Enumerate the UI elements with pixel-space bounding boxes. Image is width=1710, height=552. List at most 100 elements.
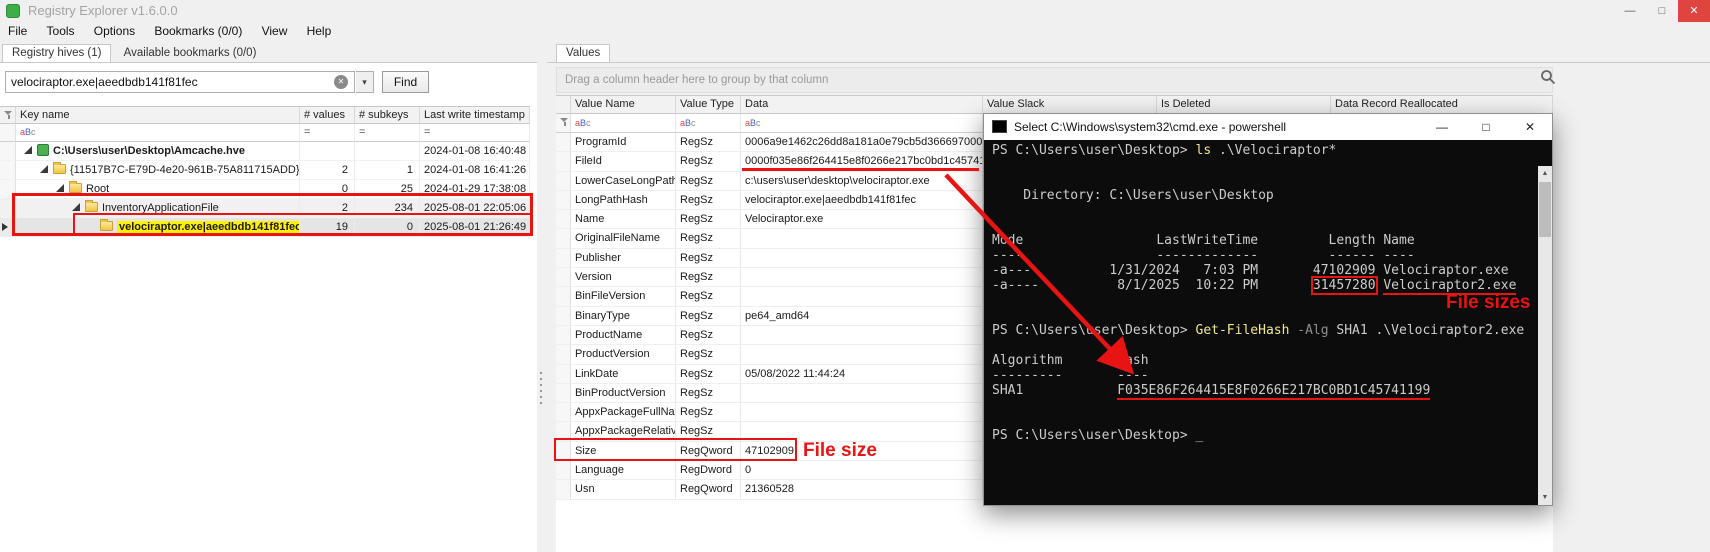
tree-timestamp-cell: 2025-08-01 21:26:49 <box>420 218 530 237</box>
scroll-up-icon[interactable]: ▲ <box>1538 166 1552 181</box>
terminal-scrollbar[interactable]: ▲ ▼ <box>1538 166 1552 505</box>
maximize-button[interactable]: □ <box>1646 0 1678 22</box>
underlined-hash-value: F035E86F264415E8F0266E217BC0BD1C45741199 <box>1117 383 1430 400</box>
find-button[interactable]: Find <box>382 71 429 93</box>
value-type-cell: RegSz <box>676 422 741 441</box>
close-button[interactable]: ✕ <box>1678 0 1710 22</box>
tree-subkeys-cell <box>355 142 420 161</box>
terminal-line: -a---- 8/1/2025 10:22 PM 31457280 Veloci… <box>992 278 1516 293</box>
value-type-cell: RegSz <box>676 229 741 248</box>
expand-triangle-icon[interactable] <box>72 203 80 211</box>
col-value-name[interactable]: Value Name <box>571 96 676 114</box>
expand-triangle-icon[interactable] <box>40 165 48 173</box>
menu-bookmarks[interactable]: Bookmarks (0/0) <box>146 22 250 41</box>
group-by-bar[interactable]: Drag a column header here to group by th… <box>556 67 1553 93</box>
folder-icon <box>53 164 66 174</box>
scroll-down-icon[interactable]: ▼ <box>1538 490 1552 505</box>
menu-bar: File Tools Options Bookmarks (0/0) View … <box>0 22 1710 41</box>
menu-options[interactable]: Options <box>86 22 143 41</box>
tree-timestamp-cell: 2025-08-01 22:05:06 <box>420 199 530 218</box>
terminal-maximize-button[interactable]: □ <box>1464 114 1508 140</box>
value-data-cell <box>741 422 983 441</box>
col-value-slack[interactable]: Value Slack <box>983 96 1157 114</box>
col-num-values[interactable]: # values <box>300 107 355 124</box>
menu-file[interactable]: File <box>0 22 35 41</box>
expand-triangle-icon[interactable] <box>56 184 64 192</box>
terminal-output[interactable]: PS C:\Users\user\Desktop> ls .\Velocirap… <box>984 140 1552 505</box>
tree-row-inventory-application-file[interactable]: InventoryApplicationFile 2 234 2025-08-0… <box>0 199 530 218</box>
tree-timestamp-cell: 2024-01-08 16:40:48 <box>420 142 530 161</box>
col-data-record-reallocated[interactable]: Data Record Reallocated <box>1331 96 1553 114</box>
filter-icon <box>4 111 13 120</box>
clear-search-icon[interactable]: ✕ <box>334 75 348 89</box>
filter-timestamp-cell[interactable]: = <box>420 124 530 142</box>
search-input[interactable] <box>5 71 355 93</box>
command-text: Get-FileHash <box>1196 323 1290 338</box>
value-type-cell: RegSz <box>676 287 741 306</box>
value-data-cell: pe64_amd64 <box>741 307 983 326</box>
registry-hives-panel: ✕ ▾ Find Key name # values # subkeys Las… <box>0 62 537 552</box>
tree-row-hive[interactable]: C:\Users\user\Desktop\Amcache.hve 2024-0… <box>0 142 530 161</box>
value-name-cell: LowerCaseLongPath <box>571 172 676 191</box>
tree-values-cell <box>300 142 355 161</box>
tree-indicator-header <box>0 107 16 124</box>
value-type-cell: RegSz <box>676 345 741 364</box>
tree-header-row: Key name # values # subkeys Last write t… <box>0 107 530 124</box>
value-type-cell: RegDword <box>676 461 741 480</box>
terminal-minimize-button[interactable]: — <box>1420 114 1464 140</box>
value-name-cell: Size <box>571 442 676 461</box>
terminal-line: ---- ------------- ------ ---- <box>992 248 1415 263</box>
tree-row-velociraptor[interactable]: velociraptor.exe|aeedbdb141f81fec 19 0 2… <box>0 218 530 237</box>
value-name-cell: BinaryType <box>571 307 676 326</box>
value-name-cell: BinFileVersion <box>571 287 676 306</box>
search-icon[interactable] <box>1540 69 1556 88</box>
terminal-title-bar[interactable]: Select C:\Windows\system32\cmd.exe - pow… <box>984 114 1552 140</box>
tree-subkeys-cell: 25 <box>355 180 420 199</box>
values-header-row: Value Name Value Type Data Value Slack I… <box>556 96 1553 114</box>
col-value-type[interactable]: Value Type <box>676 96 741 114</box>
value-type-cell: RegSz <box>676 268 741 287</box>
panel-splitter[interactable] <box>540 372 543 408</box>
tab-values[interactable]: Values <box>556 44 610 62</box>
tab-strip: Registry hives (1) Available bookmarks (… <box>0 44 1710 62</box>
menu-tools[interactable]: Tools <box>39 22 83 41</box>
value-type-cell: RegQword <box>676 442 741 461</box>
value-name-cell: BinProductVersion <box>571 384 676 403</box>
filter-keyname-cell[interactable]: aBc <box>16 124 300 142</box>
value-type-cell: RegSz <box>676 326 741 345</box>
value-data-cell: Velociraptor.exe <box>741 210 983 229</box>
tree-filter-row[interactable]: aBc = = = <box>0 124 530 142</box>
tab-available-bookmarks[interactable]: Available bookmarks (0/0) <box>115 45 266 63</box>
value-type-cell: RegSz <box>676 172 741 191</box>
value-type-cell: RegQword <box>676 480 741 499</box>
value-data-cell: 47102909 <box>741 442 983 461</box>
col-data[interactable]: Data <box>741 96 983 114</box>
terminal-line: PS C:\Users\user\Desktop> _ <box>992 428 1203 443</box>
prompt: PS C:\Users\user\Desktop> <box>992 323 1196 338</box>
terminal-line: SHA1 F035E86F264415E8F0266E217BC0BD1C457… <box>992 383 1430 398</box>
terminal-close-button[interactable]: ✕ <box>1508 114 1552 140</box>
expand-triangle-icon[interactable] <box>24 146 32 154</box>
scrollbar-thumb[interactable] <box>1539 182 1551 237</box>
filter-values-cell[interactable]: = <box>300 124 355 142</box>
prompt: PS C:\Users\user\Desktop> <box>992 428 1196 443</box>
col-last-write[interactable]: Last write timestamp <box>420 107 530 124</box>
col-is-deleted[interactable]: Is Deleted <box>1157 96 1331 114</box>
tab-registry-hives[interactable]: Registry hives (1) <box>2 44 111 62</box>
value-type-cell: RegSz <box>676 152 741 171</box>
abc-filter-icon: aBc <box>680 118 696 128</box>
col-num-subkeys[interactable]: # subkeys <box>355 107 420 124</box>
col-key-name[interactable]: Key name <box>16 107 300 124</box>
search-dropdown-icon[interactable]: ▾ <box>356 71 374 93</box>
value-type-cell: RegSz <box>676 133 741 152</box>
minimize-button[interactable]: — <box>1614 0 1646 22</box>
value-name-cell: ProductVersion <box>571 345 676 364</box>
filter-subkeys-cell[interactable]: = <box>355 124 420 142</box>
value-name-cell: FileId <box>571 152 676 171</box>
value-data-cell: 0000f035e86f264415e8f0266e217bc0bd1c4574… <box>741 152 983 171</box>
menu-view[interactable]: View <box>254 22 296 41</box>
tree-row-guid[interactable]: {11517B7C-E79D-4e20-961B-75A811715ADD} 2… <box>0 161 530 180</box>
tree-row-root[interactable]: Root 0 25 2024-01-29 17:38:08 <box>0 180 530 199</box>
menu-help[interactable]: Help <box>299 22 340 41</box>
value-data-cell <box>741 229 983 248</box>
